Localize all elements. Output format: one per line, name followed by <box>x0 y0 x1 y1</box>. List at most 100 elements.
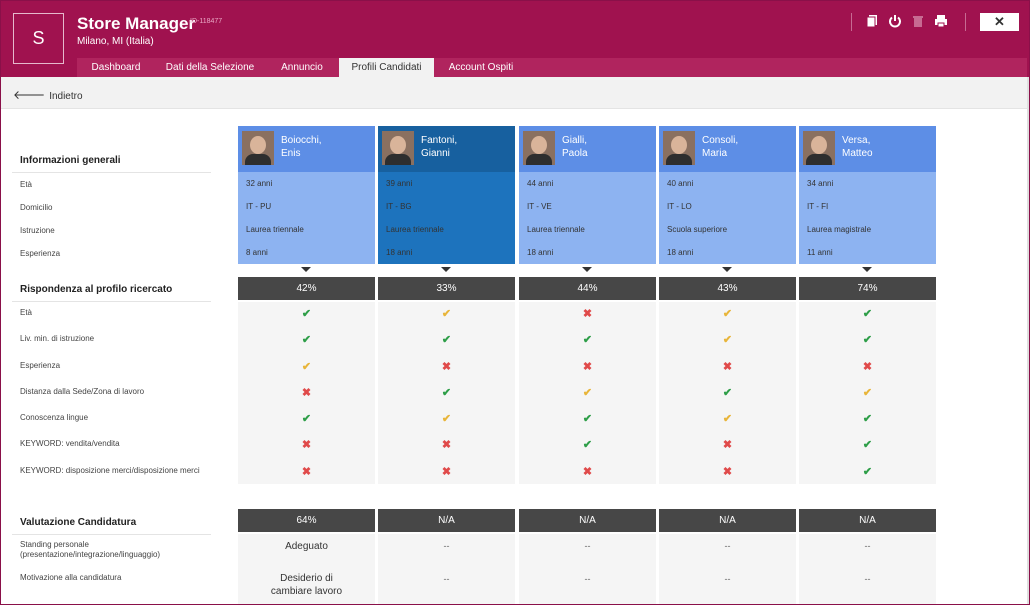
info-istruzione: Laurea triennale <box>386 225 444 234</box>
info-domicilio: IT - PU <box>246 202 272 211</box>
info-istruzione: Laurea triennale <box>527 225 585 234</box>
toolbar: 🡐 Indietro <box>1 77 1029 109</box>
info-domicilio: IT - FI <box>807 202 829 211</box>
check-icon: ✔ <box>862 439 873 451</box>
match-score: 43% <box>659 277 796 300</box>
check-icon: ✔ <box>862 334 873 346</box>
tab-annuncio[interactable]: Annuncio <box>265 58 339 77</box>
criterion-label: KEYWORD: disposizione merci/disposizione… <box>20 466 200 475</box>
cross-icon: ✖ <box>301 439 312 451</box>
partial-check-icon: ✔ <box>862 387 873 399</box>
candidate-card-3[interactable]: Gialli, Paola <box>519 126 656 172</box>
check-icon: ✔ <box>582 413 593 425</box>
criterion-label: Distanza dalla Sede/Zona di lavoro <box>20 387 145 396</box>
partial-check-icon: ✔ <box>301 361 312 373</box>
cross-icon: ✖ <box>722 439 733 451</box>
info-eta: 32 anni <box>246 179 273 188</box>
check-icon: ✔ <box>301 308 312 320</box>
evaluation-value: Adeguato <box>285 541 328 552</box>
divider <box>12 534 211 535</box>
evaluation-value: -- <box>584 574 591 584</box>
evaluation-score: N/A <box>378 509 515 532</box>
candidate-card-4[interactable]: Consoli, Maria <box>659 126 796 172</box>
tab-dati-selezione[interactable]: Dati della Selezione <box>155 58 265 77</box>
row-label-eta: Età <box>20 180 33 189</box>
company-logo: S <box>13 13 64 64</box>
info-domicilio: IT - LO <box>667 202 692 211</box>
divider <box>12 172 211 173</box>
trash-icon[interactable] <box>911 14 925 28</box>
candidate-name: Consoli, Maria <box>702 134 738 160</box>
tab-bar: Dashboard Dati della Selezione Annuncio … <box>77 58 1027 77</box>
match-score: 42% <box>238 277 375 300</box>
check-icon: ✔ <box>582 334 593 346</box>
check-icon: ✔ <box>862 413 873 425</box>
tab-account-ospiti[interactable]: Account Ospiti <box>434 58 528 77</box>
app-window: S Store Manager ID-118477 Milano, MI (It… <box>0 0 1030 605</box>
avatar <box>803 131 835 165</box>
row-label-istruzione: Istruzione <box>20 226 55 235</box>
section-title-general: Informazioni generali <box>20 155 121 166</box>
candidate-card-1[interactable]: Boiocchi, Enis <box>238 126 375 172</box>
partial-check-icon: ✔ <box>441 413 452 425</box>
section-title-evaluation: Valutazione Candidatura <box>20 517 137 528</box>
cross-icon: ✖ <box>582 466 593 478</box>
candidate-card-2[interactable]: Fantoni, Gianni <box>378 126 515 172</box>
evaluation-score: 64% <box>238 509 375 532</box>
partial-check-icon: ✔ <box>582 387 593 399</box>
partial-check-icon: ✔ <box>441 308 452 320</box>
copy-icon[interactable] <box>865 14 879 28</box>
criterion-label: Età <box>20 308 33 317</box>
caret-down-icon[interactable] <box>301 267 311 272</box>
info-esperienza: 18 anni <box>386 248 413 257</box>
match-score: 74% <box>799 277 936 300</box>
evaluation-label: Motivazione alla candidatura <box>20 573 122 582</box>
check-icon: ✔ <box>582 439 593 451</box>
evaluation-score: N/A <box>659 509 796 532</box>
page-title: Store Manager <box>77 14 196 33</box>
candidate-card-5[interactable]: Versa, Matteo <box>799 126 936 172</box>
info-domicilio: IT - VE <box>527 202 552 211</box>
info-eta: 34 anni <box>807 179 834 188</box>
info-esperienza: 18 anni <box>667 248 694 257</box>
candidate-firstname: Gianni <box>421 148 450 159</box>
info-esperienza: 11 anni <box>807 248 833 257</box>
evaluation-value: -- <box>584 541 591 551</box>
info-eta: 44 anni <box>527 179 554 188</box>
avatar <box>242 131 274 165</box>
candidate-firstname: Matteo <box>842 148 873 159</box>
partial-check-icon: ✔ <box>722 413 733 425</box>
print-icon[interactable] <box>934 14 948 28</box>
cross-icon: ✖ <box>441 361 452 373</box>
close-button[interactable]: ✕ <box>980 13 1019 31</box>
job-id: ID-118477 <box>190 18 223 25</box>
info-esperienza: 8 anni <box>246 248 268 257</box>
power-icon[interactable] <box>888 14 902 28</box>
cross-icon: ✖ <box>301 387 312 399</box>
back-button[interactable]: 🡐 Indietro <box>13 87 83 102</box>
back-label: Indietro <box>49 91 83 102</box>
tab-profili-candidati[interactable]: Profili Candidati <box>339 58 434 77</box>
avatar <box>663 131 695 165</box>
candidate-firstname: Paola <box>562 148 588 159</box>
arrow-left-icon: 🡐 <box>13 88 46 102</box>
candidate-surname: Gialli, <box>562 135 588 146</box>
candidate-name: Fantoni, Gianni <box>421 134 457 160</box>
caret-down-icon[interactable] <box>441 267 451 272</box>
caret-down-icon[interactable] <box>722 267 732 272</box>
candidate-name: Versa, Matteo <box>842 134 873 160</box>
row-label-esperienza: Esperienza <box>20 249 61 258</box>
header-bar: S Store Manager ID-118477 Milano, MI (It… <box>1 1 1029 77</box>
candidate-surname: Consoli, <box>702 135 739 146</box>
caret-down-icon[interactable] <box>862 267 872 272</box>
header-separator <box>851 13 852 31</box>
tab-dashboard[interactable]: Dashboard <box>77 58 155 77</box>
candidate-surname: Versa, <box>842 135 871 146</box>
evaluation-value: -- <box>443 541 450 551</box>
caret-down-icon[interactable] <box>582 267 592 272</box>
info-domicilio: IT - BG <box>386 202 412 211</box>
candidate-name: Boiocchi, Enis <box>281 134 322 160</box>
candidate-name: Gialli, Paola <box>562 134 588 160</box>
evaluation-score: N/A <box>519 509 656 532</box>
criterion-label: Conoscenza lingue <box>20 413 89 422</box>
